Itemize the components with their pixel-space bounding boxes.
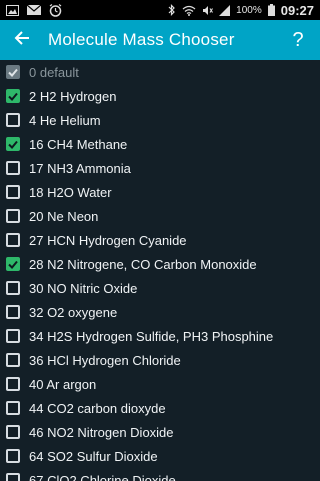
checkbox[interactable]: [6, 137, 20, 151]
list-item[interactable]: 34 H2S Hydrogen Sulfide, PH3 Phosphine: [0, 324, 320, 348]
mail-icon: [27, 3, 41, 17]
checkbox[interactable]: [6, 65, 20, 79]
list-item-label: 4 He Helium: [29, 112, 101, 128]
check-icon: [8, 260, 18, 269]
battery-percentage: 100%: [236, 4, 262, 16]
checkbox[interactable]: [6, 473, 20, 481]
checkbox[interactable]: [6, 377, 20, 391]
list-item-label: 46 NO2 Nitrogen Dioxide: [29, 424, 174, 440]
check-icon: [8, 92, 18, 101]
checkbox[interactable]: [6, 89, 20, 103]
alarm-icon: [49, 3, 62, 17]
list-item[interactable]: 2 H2 Hydrogen: [0, 84, 320, 108]
list-item-label: 64 SO2 Sulfur Dioxide: [29, 448, 158, 464]
wifi-icon: [182, 3, 196, 17]
check-icon: [8, 68, 18, 77]
list-item[interactable]: 20 Ne Neon: [0, 204, 320, 228]
checkbox[interactable]: [6, 425, 20, 439]
bluetooth-icon: [168, 3, 176, 17]
list-item[interactable]: 17 NH3 Ammonia: [0, 156, 320, 180]
list-item-label: 36 HCl Hydrogen Chloride: [29, 352, 181, 368]
list-item-label: 44 CO2 carbon dioxyde: [29, 400, 166, 416]
checkbox[interactable]: [6, 329, 20, 343]
checkbox[interactable]: [6, 353, 20, 367]
checkbox[interactable]: [6, 305, 20, 319]
list-item-label: 20 Ne Neon: [29, 208, 99, 224]
list-item-label: 16 CH4 Methane: [29, 136, 128, 152]
list-item-label: 40 Ar argon: [29, 376, 97, 392]
list-item-label: 27 HCN Hydrogen Cyanide: [29, 232, 187, 248]
list-item-label: 2 H2 Hydrogen: [29, 88, 117, 104]
checkbox[interactable]: [6, 161, 20, 175]
status-clock: 09:27: [280, 2, 314, 18]
molecule-list[interactable]: 0 default 2 H2 Hydrogen 4 He Helium 16 C…: [0, 60, 320, 481]
status-bar-notifications: [0, 3, 62, 17]
list-item-label: 34 H2S Hydrogen Sulfide, PH3 Phosphine: [29, 328, 274, 344]
checkbox[interactable]: [6, 209, 20, 223]
app-bar: Molecule Mass Chooser ?: [0, 20, 320, 60]
list-item[interactable]: 18 H2O Water: [0, 180, 320, 204]
list-item-label: 30 NO Nitric Oxide: [29, 280, 138, 296]
list-item[interactable]: 36 HCl Hydrogen Chloride: [0, 348, 320, 372]
list-item[interactable]: 46 NO2 Nitrogen Dioxide: [0, 420, 320, 444]
list-item-label: 18 H2O Water: [29, 184, 112, 200]
list-item[interactable]: 16 CH4 Methane: [0, 132, 320, 156]
checkbox[interactable]: [6, 281, 20, 295]
back-arrow-icon: [14, 30, 30, 51]
status-bar-system: 100% 09:27: [168, 3, 320, 18]
check-icon: [8, 140, 18, 149]
list-item-label: 28 N2 Nitrogene, CO Carbon Monoxide: [29, 256, 257, 272]
signal-icon: [219, 3, 231, 17]
list-item-label: 17 NH3 Ammonia: [29, 160, 131, 176]
list-item[interactable]: 27 HCN Hydrogen Cyanide: [0, 228, 320, 252]
list-item[interactable]: 4 He Helium: [0, 108, 320, 132]
status-bar: 100% 09:27: [0, 0, 320, 20]
list-item-label: 0 default: [29, 64, 79, 80]
list-item[interactable]: 40 Ar argon: [0, 372, 320, 396]
list-item[interactable]: 64 SO2 Sulfur Dioxide: [0, 444, 320, 468]
page-title: Molecule Mass Chooser: [48, 30, 235, 49]
checkbox[interactable]: [6, 449, 20, 463]
list-item[interactable]: 44 CO2 carbon dioxyde: [0, 396, 320, 420]
checkbox[interactable]: [6, 233, 20, 247]
battery-icon: [267, 3, 275, 17]
checkbox[interactable]: [6, 401, 20, 415]
image-icon: [6, 3, 19, 17]
list-item-label: 67 ClO2 Chlorine Dioxide: [29, 472, 176, 481]
list-item[interactable]: 32 O2 oxygene: [0, 300, 320, 324]
list-item[interactable]: 67 ClO2 Chlorine Dioxide: [0, 468, 320, 481]
list-item[interactable]: 30 NO Nitric Oxide: [0, 276, 320, 300]
list-item[interactable]: 28 N2 Nitrogene, CO Carbon Monoxide: [0, 252, 320, 276]
checkbox[interactable]: [6, 257, 20, 271]
list-item[interactable]: 0 default: [0, 60, 320, 84]
checkbox[interactable]: [6, 113, 20, 127]
checkbox[interactable]: [6, 185, 20, 199]
list-item-label: 32 O2 oxygene: [29, 304, 118, 320]
sound-icon: [202, 3, 214, 17]
back-button[interactable]: [0, 20, 44, 60]
help-button[interactable]: ?: [276, 20, 320, 60]
